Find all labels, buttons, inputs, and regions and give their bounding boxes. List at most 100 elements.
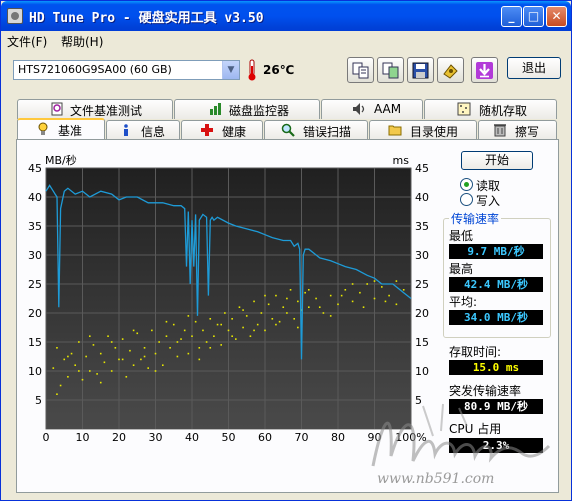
access-time-point: [96, 373, 98, 375]
access-time-point: [286, 312, 288, 314]
write-radio-label: 写入: [476, 194, 501, 208]
access-time-point: [78, 341, 80, 343]
access-time-point: [110, 370, 113, 372]
access-time-point: [176, 341, 179, 343]
app-window: HD Tune Pro - 硬盘实用工具 v3.50 _ □ ✕ 文件(F) 帮…: [0, 0, 572, 501]
access-time-point: [351, 283, 354, 285]
access-time-point: [366, 283, 368, 285]
access-time-point: [231, 318, 233, 320]
min-value: 9.7 MB/秒: [449, 244, 543, 259]
access-time-point: [132, 329, 135, 332]
access-time-point: [114, 347, 117, 349]
access-time-point: [362, 306, 365, 308]
y-tick-label-left: 35: [28, 220, 42, 233]
access-time-point: [264, 294, 266, 297]
access-time-point: [78, 370, 80, 372]
access-time-point: [227, 329, 230, 332]
y-tick-label-right: 45: [415, 162, 429, 175]
access-time-point: [194, 320, 197, 323]
y-axis-label-right: ms: [393, 154, 410, 167]
access-time-point: [381, 286, 383, 288]
access-time-point: [297, 300, 299, 303]
access-time-point: [308, 289, 310, 291]
read-radio[interactable]: [460, 178, 473, 191]
access-time-point: [318, 306, 321, 308]
avg-label: 平均:: [449, 295, 478, 309]
y-tick-label-right: 40: [415, 191, 429, 204]
y-tick-label-right: 25: [415, 278, 429, 291]
access-time-point: [216, 323, 219, 326]
access-time-point: [176, 355, 179, 358]
access-time-point: [315, 297, 317, 300]
x-tick-label: 10: [76, 431, 90, 444]
access-time-point: [271, 318, 274, 320]
access-time-point: [89, 335, 91, 337]
access-time-point: [56, 393, 58, 395]
access-time-point: [395, 303, 398, 306]
access-time-point: [165, 320, 168, 323]
access-time-point: [297, 326, 299, 329]
access-time-point: [359, 291, 361, 294]
access-time-point: [286, 297, 288, 300]
access-time-point: [209, 347, 212, 349]
access-time-point: [235, 338, 237, 340]
access-time-point: [172, 323, 175, 326]
access-time-point: [293, 318, 295, 320]
access-time-point: [351, 300, 354, 303]
access-time-point: [220, 323, 222, 326]
access-time-point: [92, 344, 95, 346]
access-time-point: [278, 320, 281, 323]
access-time-point: [264, 329, 266, 332]
access-time-point: [253, 300, 255, 303]
access-time-point: [121, 358, 124, 361]
avg-value: 34.0 MB/秒: [449, 310, 543, 325]
start-button[interactable]: 开始: [461, 151, 533, 170]
access-time-point: [384, 300, 387, 303]
access-time-point: [340, 294, 343, 297]
access-time-point: [132, 364, 135, 366]
access-time-point: [242, 326, 244, 329]
access-time-point: [63, 358, 66, 361]
access-time-point: [275, 294, 277, 297]
access-time-point: [205, 341, 208, 343]
access-time-point: [52, 367, 55, 369]
access-time-point: [191, 335, 193, 337]
access-time-point: [242, 309, 244, 311]
access-time-point: [275, 323, 277, 326]
access-time-point: [74, 364, 76, 366]
access-time-point: [81, 378, 84, 381]
access-time-point: [231, 335, 233, 337]
x-tick-label: 50: [222, 431, 236, 444]
y-tick-label-left: 15: [28, 336, 42, 349]
y-tick-label-right: 10: [415, 365, 429, 378]
access-time-point: [136, 332, 139, 335]
access-time-point: [70, 352, 73, 355]
y-tick-label-left: 30: [28, 249, 42, 262]
access-time-point: [344, 289, 347, 291]
access-time-point: [322, 312, 325, 314]
access-time-point: [59, 384, 62, 387]
access-time-point: [282, 306, 285, 308]
y-tick-label-right: 35: [415, 220, 429, 233]
access-time-point: [260, 312, 263, 314]
access-time-point: [304, 291, 306, 294]
access-time-point: [110, 341, 113, 343]
access-time-point: [249, 335, 252, 337]
access-time-point: [140, 358, 142, 361]
x-tick-label: 0: [43, 431, 50, 444]
access-time-point: [245, 315, 248, 317]
access-time-point: [267, 303, 270, 306]
access-time-point: [99, 381, 102, 384]
access-time-point: [187, 352, 190, 355]
access-time-point: [337, 303, 339, 306]
access-time-point: [158, 341, 160, 343]
access-time-point: [289, 289, 292, 291]
x-tick-label: 80: [331, 431, 345, 444]
access-time-point: [129, 349, 131, 352]
write-radio[interactable]: [460, 193, 473, 206]
access-time-point: [220, 344, 222, 346]
access-time-point: [256, 323, 259, 326]
access-time-point: [329, 294, 332, 297]
access-time-point: [118, 358, 120, 361]
y-tick-label-right: 30: [415, 249, 429, 262]
